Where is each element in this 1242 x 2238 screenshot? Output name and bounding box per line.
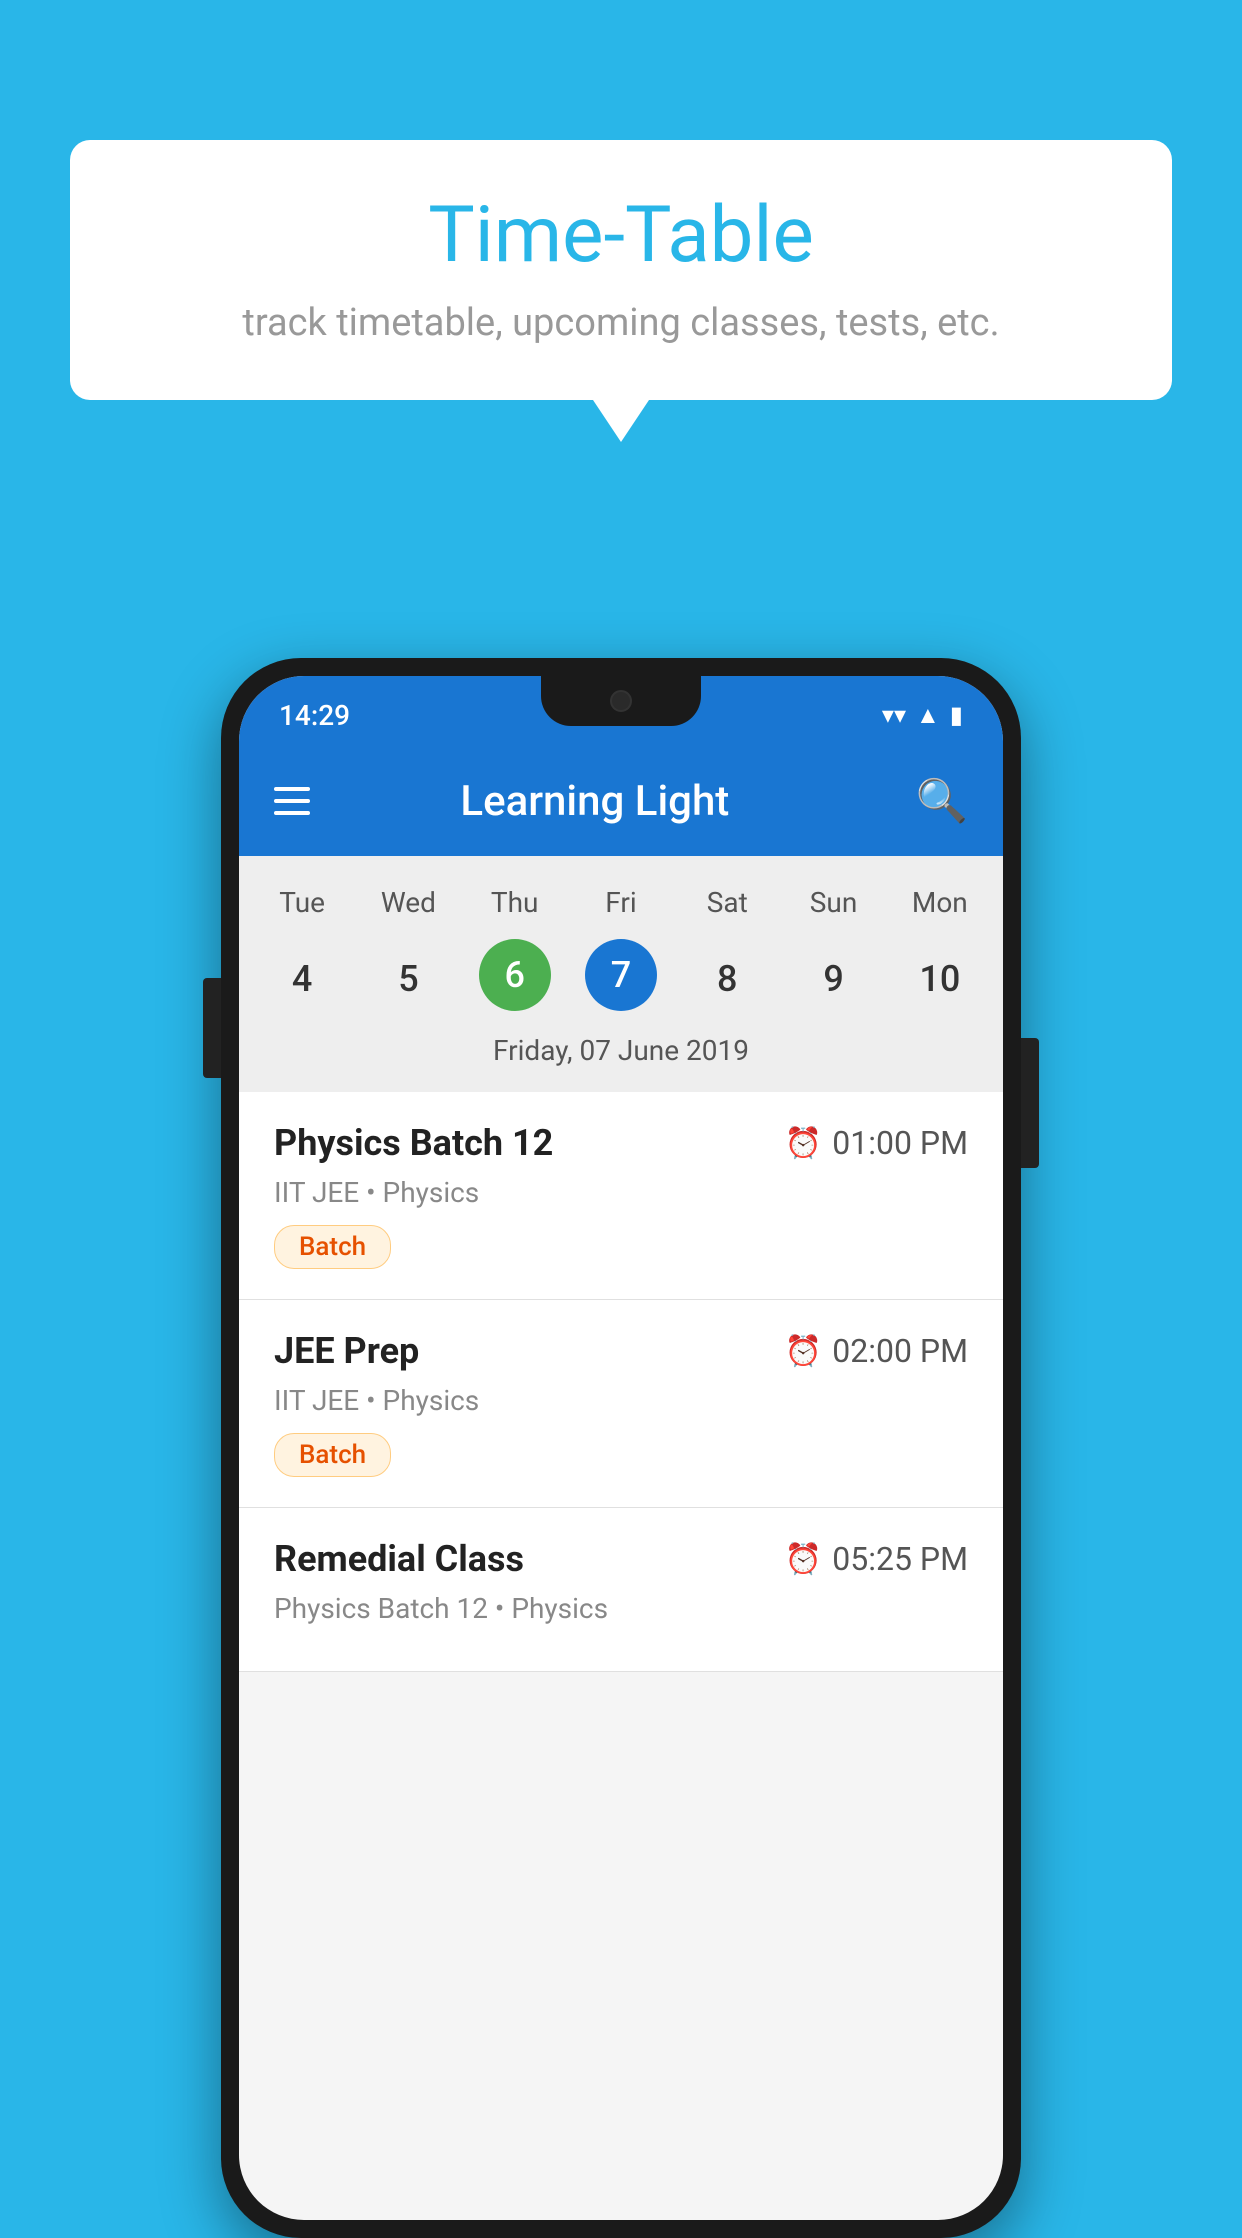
search-button[interactable]: 🔍 bbox=[916, 777, 968, 826]
selected-date-label: Friday, 07 June 2019 bbox=[239, 1024, 1003, 1082]
schedule-item-1-header: Physics Batch 12 ⏰ 01:00 PM bbox=[274, 1122, 968, 1164]
date-7-selected[interactable]: 7 bbox=[585, 939, 657, 1011]
day-tue: Tue bbox=[249, 876, 355, 929]
calendar-days-header: Tue Wed Thu Fri Sat Sun Mon bbox=[239, 876, 1003, 929]
calendar: Tue Wed Thu Fri Sat Sun Mon 4 5 6 7 8 9 … bbox=[239, 856, 1003, 1092]
phone-outer: 14:29 ▾▾ ▲ ▮ Learning Light 🔍 bbox=[221, 658, 1021, 2238]
phone-screen: 14:29 ▾▾ ▲ ▮ Learning Light 🔍 bbox=[239, 676, 1003, 2220]
clock-icon-2: ⏰ bbox=[785, 1334, 822, 1369]
schedule-time-value-3: 05:25 PM bbox=[832, 1540, 968, 1578]
calendar-dates: 4 5 6 7 8 9 10 bbox=[239, 929, 1003, 1024]
schedule-title-1: Physics Batch 12 bbox=[274, 1122, 553, 1164]
schedule-item-2-header: JEE Prep ⏰ 02:00 PM bbox=[274, 1330, 968, 1372]
phone-mockup: 14:29 ▾▾ ▲ ▮ Learning Light 🔍 bbox=[221, 658, 1021, 2238]
day-sat: Sat bbox=[674, 876, 780, 929]
app-title: Learning Light bbox=[340, 777, 886, 826]
date-4[interactable]: 4 bbox=[249, 939, 355, 1019]
date-5[interactable]: 5 bbox=[355, 939, 461, 1019]
tooltip-container: Time-Table track timetable, upcoming cla… bbox=[70, 140, 1172, 400]
day-fri: Fri bbox=[568, 876, 674, 929]
clock-icon-1: ⏰ bbox=[785, 1126, 822, 1161]
batch-badge-1: Batch bbox=[274, 1225, 391, 1269]
schedule-time-2: ⏰ 02:00 PM bbox=[785, 1332, 968, 1370]
schedule-list: Physics Batch 12 ⏰ 01:00 PM IIT JEE • Ph… bbox=[239, 1092, 1003, 1672]
menu-button[interactable] bbox=[274, 787, 310, 815]
day-sun: Sun bbox=[780, 876, 886, 929]
clock-icon-3: ⏰ bbox=[785, 1542, 822, 1577]
status-time: 14:29 bbox=[279, 699, 350, 732]
schedule-time-1: ⏰ 01:00 PM bbox=[785, 1124, 968, 1162]
schedule-title-3: Remedial Class bbox=[274, 1538, 524, 1580]
schedule-time-3: ⏰ 05:25 PM bbox=[785, 1540, 968, 1578]
schedule-subtitle-1: IIT JEE • Physics bbox=[274, 1176, 968, 1209]
date-6-today[interactable]: 6 bbox=[479, 939, 551, 1011]
signal-icon: ▲ bbox=[916, 701, 940, 730]
date-8[interactable]: 8 bbox=[674, 939, 780, 1019]
schedule-time-value-2: 02:00 PM bbox=[832, 1332, 968, 1370]
schedule-item-3-header: Remedial Class ⏰ 05:25 PM bbox=[274, 1538, 968, 1580]
phone-notch bbox=[541, 676, 701, 726]
schedule-subtitle-3: Physics Batch 12 • Physics bbox=[274, 1592, 968, 1625]
schedule-time-value-1: 01:00 PM bbox=[832, 1124, 968, 1162]
day-thu: Thu bbox=[462, 876, 568, 929]
schedule-subtitle-2: IIT JEE • Physics bbox=[274, 1384, 968, 1417]
front-camera bbox=[610, 690, 632, 712]
schedule-item-1[interactable]: Physics Batch 12 ⏰ 01:00 PM IIT JEE • Ph… bbox=[239, 1092, 1003, 1300]
day-wed: Wed bbox=[355, 876, 461, 929]
battery-icon: ▮ bbox=[950, 701, 963, 729]
tooltip-title: Time-Table bbox=[130, 190, 1112, 281]
tooltip-subtitle: track timetable, upcoming classes, tests… bbox=[130, 301, 1112, 345]
date-9[interactable]: 9 bbox=[780, 939, 886, 1019]
tooltip-bubble: Time-Table track timetable, upcoming cla… bbox=[70, 140, 1172, 400]
app-bar: Learning Light 🔍 bbox=[239, 746, 1003, 856]
schedule-item-3[interactable]: Remedial Class ⏰ 05:25 PM Physics Batch … bbox=[239, 1508, 1003, 1672]
wifi-icon: ▾▾ bbox=[882, 701, 906, 729]
date-10[interactable]: 10 bbox=[887, 939, 993, 1019]
status-icons: ▾▾ ▲ ▮ bbox=[882, 701, 963, 730]
day-mon: Mon bbox=[887, 876, 993, 929]
schedule-item-2[interactable]: JEE Prep ⏰ 02:00 PM IIT JEE • Physics Ba… bbox=[239, 1300, 1003, 1508]
schedule-title-2: JEE Prep bbox=[274, 1330, 419, 1372]
batch-badge-2: Batch bbox=[274, 1433, 391, 1477]
